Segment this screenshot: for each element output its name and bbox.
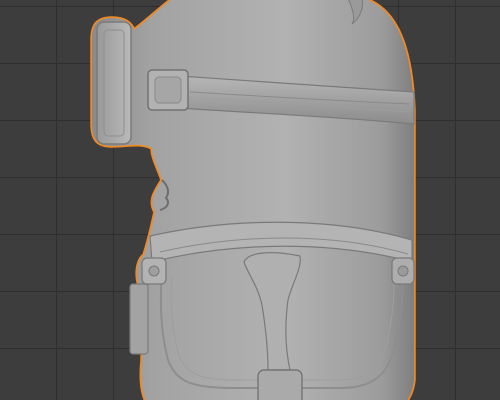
minion-model[interactable]	[0, 0, 500, 400]
3d-viewport[interactable]	[0, 0, 500, 400]
side-pocket	[129, 283, 149, 355]
strap-fastener	[257, 369, 303, 400]
goggle-lens	[96, 21, 132, 145]
